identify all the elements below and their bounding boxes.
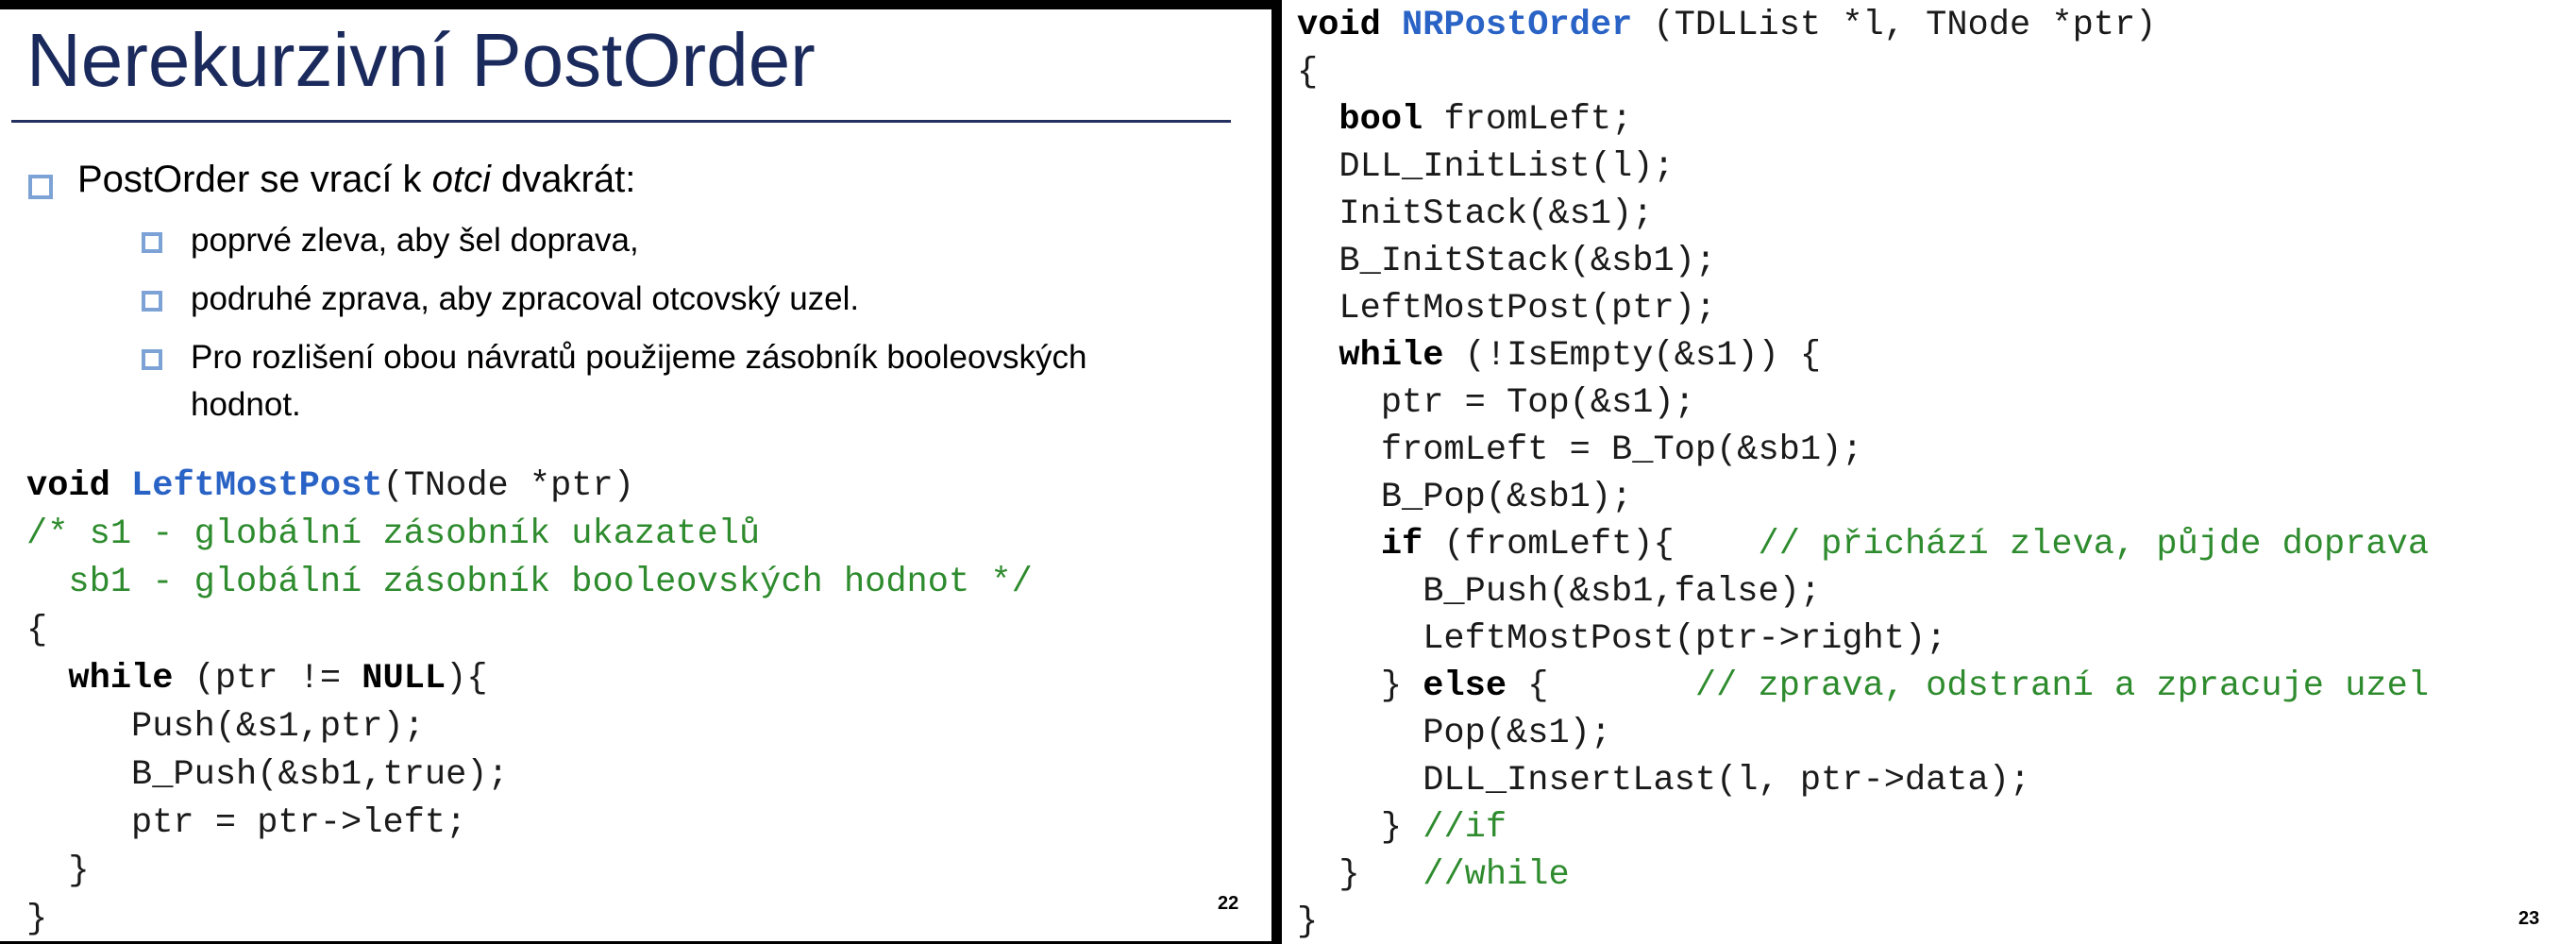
code-comment: // přichází zleva, půjde doprava [1758,525,2430,565]
page-number: 23 [2518,908,2540,929]
title-underline [11,120,1231,123]
code-text: LeftMostPost(ptr); [1297,289,1717,329]
bullet-prefix: PostOrder se vrací k [77,159,432,200]
code-comment: sb1 - globální zásobník booleovských hod… [26,563,1033,602]
code-text: fromLeft; [1423,100,1633,140]
sub-bullet-text: poprvé zleva, aby šel doprava, [191,222,639,259]
slide-22: Nerekurzivní PostOrder PostOrder se vrac… [0,9,1271,941]
code-keyword: while [68,659,174,699]
code-text: DLL_InsertLast(l, ptr->data); [1297,761,2031,801]
code-text: DLL_InitList(l); [1297,147,1675,187]
code-text: B_Pop(&sb1); [1297,478,1633,517]
sub-bullet-text: podruhé zprava, aby zpracoval otcovský u… [191,280,860,317]
code-text: ){ [446,659,488,699]
sub-bullet-item: poprvé zleva, aby šel doprava, [142,217,1182,264]
sub-bullet-text: Pro rozlišení obou návratů použijeme zás… [191,339,1087,423]
code-text: InitStack(&s1); [1297,194,1654,234]
main-bullet-text: PostOrder se vrací k otci dvakrát: [77,159,635,201]
bullet-emphasis: otci [431,159,491,200]
code-text: B_InitStack(&sb1); [1297,242,1717,281]
code-text: (ptr != [173,659,362,699]
bullet-suffix: dvakrát: [490,159,636,200]
code-text: B_Push(&sb1,false); [1297,572,1822,612]
code-text: (TNode *ptr) [382,466,634,506]
bullet-square-icon [28,175,53,199]
code-keyword: bool [1339,100,1423,140]
sub-bullet-item: podruhé zprava, aby zpracoval otcovský u… [142,276,1182,323]
code-text: } [26,900,48,939]
code-text: (!IsEmpty(&s1)) { [1443,336,1822,376]
code-text: { [1297,53,1319,93]
code-text: (TDLList *l, TNode *ptr) [1632,6,2157,45]
code-keyword: void [26,466,110,506]
code-text: } [1297,855,1423,895]
code-text: LeftMostPost(ptr->right); [1297,619,1947,659]
code-text: ptr = ptr->left; [26,803,467,843]
code-text: { [26,611,48,650]
code-keyword: void [1297,6,1381,45]
code-comment: //while [1423,855,1570,895]
code-text: ptr = Top(&s1); [1297,383,1695,423]
code-comment: /* s1 - globální zásobník ukazatelů [26,514,761,554]
sub-bullet-item: Pro rozlišení obou návratů použijeme zás… [142,334,1135,429]
code-text: Push(&s1,ptr); [26,707,425,747]
bullet-square-icon [142,232,162,253]
slide-title: Nerekurzivní PostOrder [26,18,816,102]
code-function-name: LeftMostPost [131,466,383,506]
code-text: { [1507,666,1695,706]
code-comment: // zprava, odstraní a zpracuje uzel [1694,666,2430,706]
code-text: } [1297,808,1423,848]
code-text: B_Push(&sb1,true); [26,755,509,795]
bullet-square-icon [142,291,162,312]
code-function-name: NRPostOrder [1402,6,1633,45]
sub-bullet-list: poprvé zleva, aby šel doprava, podruhé z… [142,217,1182,440]
code-text: (fromLeft){ [1423,525,1759,565]
code-keyword: NULL [362,659,446,699]
page-number: 22 [1218,893,1239,914]
code-text: fromLeft = B_Top(&sb1); [1297,430,1863,470]
code-text: } [26,851,90,891]
code-block-leftmostpost: void LeftMostPost(TNode *ptr) /* s1 - gl… [26,463,1033,941]
bullet-square-icon [142,349,162,370]
code-block-nrpostorder: void NRPostOrder (TDLList *l, TNode *ptr… [1297,2,2429,944]
code-keyword: while [1339,336,1444,376]
code-text: } [1297,902,1319,942]
slide-23: void NRPostOrder (TDLList *l, TNode *ptr… [1282,0,2576,944]
code-comment: //if [1423,808,1507,848]
code-keyword: if [1380,525,1423,565]
code-text: Pop(&s1); [1297,714,1612,753]
code-text: } [1297,666,1423,706]
code-keyword: else [1423,666,1507,706]
